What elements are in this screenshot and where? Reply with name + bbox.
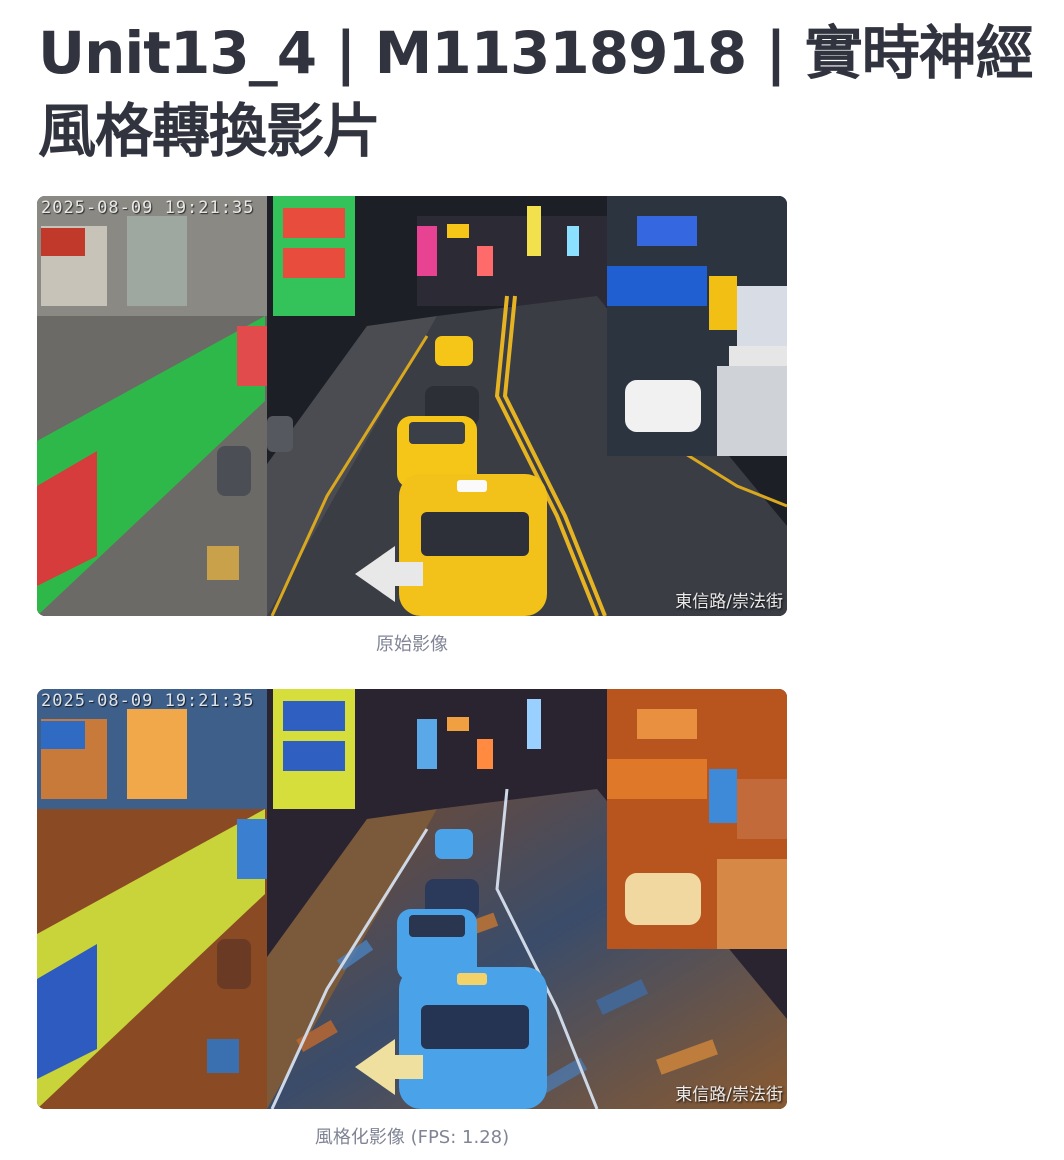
camera-timestamp: 2025-08-09 19:21:35 xyxy=(41,691,255,711)
stylized-street-scene xyxy=(37,689,787,1109)
stylized-image: 2025-08-09 19:21:35 東信路/崇法街 xyxy=(37,689,787,1109)
camera-location-label: 東信路/崇法街 xyxy=(675,1085,783,1105)
original-image: 2025-08-09 19:21:35 東信路/崇法街 xyxy=(37,196,787,616)
stylized-image-figure: 2025-08-09 19:21:35 東信路/崇法街 風格化影像 (FPS: … xyxy=(37,689,787,1149)
camera-timestamp: 2025-08-09 19:21:35 xyxy=(41,198,255,218)
camera-location-label: 東信路/崇法街 xyxy=(675,592,783,612)
original-image-figure: 2025-08-09 19:21:35 東信路/崇法街 原始影像 xyxy=(37,196,787,656)
original-street-scene xyxy=(37,196,787,616)
stylized-image-caption: 風格化影像 (FPS: 1.28) xyxy=(314,1127,510,1148)
page-title: Unit13_4 | M11318918 | 實時神經風格轉換影片 xyxy=(38,19,1034,165)
original-image-caption: 原始影像 xyxy=(376,634,448,655)
